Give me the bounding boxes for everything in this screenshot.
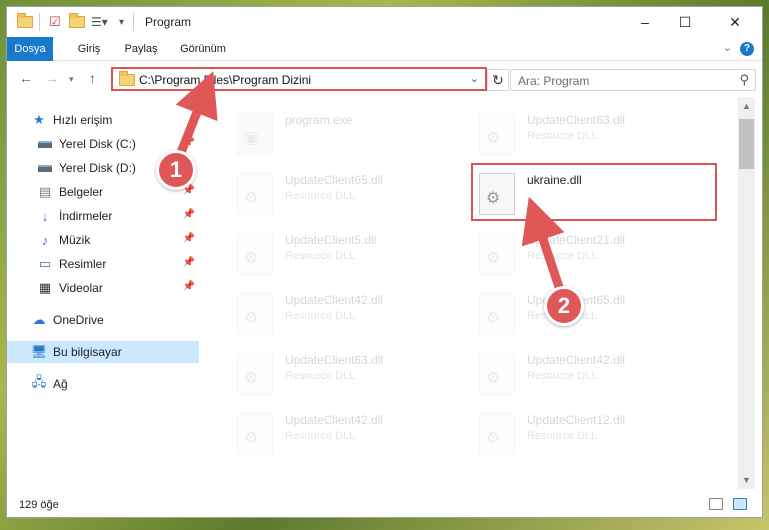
sidebar-item-quick-access[interactable]: ★ Hızlı erişim (7, 109, 199, 131)
file-tile[interactable]: ⚙ UpdateClient42.dll Resource DLL (215, 403, 445, 459)
divider (133, 13, 134, 31)
star-icon: ★ (33, 112, 45, 127)
sidebar-item-this-pc[interactable]: 🖥 Bu bilgisayar (7, 341, 199, 363)
sidebar-item-network[interactable]: 🖧 Ağ (7, 373, 199, 395)
videos-icon: ▦ (38, 280, 52, 295)
scroll-up-icon[interactable]: ▲ (742, 101, 751, 111)
tab-file[interactable]: Dosya (7, 37, 53, 61)
details-view-icon[interactable] (709, 498, 723, 510)
new-folder-icon[interactable] (69, 13, 85, 31)
file-tile[interactable]: ⚙ UpdateClient21.dll Resource DLL (457, 223, 687, 279)
drive-icon (37, 160, 53, 176)
large-icons-view-icon[interactable] (733, 498, 747, 510)
file-tile[interactable]: ▣ program.exe (215, 103, 445, 159)
step-badge-1: 1 (156, 150, 196, 190)
computer-icon: 🖥 (30, 344, 48, 359)
network-icon: 🖧 (31, 374, 47, 389)
close-button[interactable]: ✕ (712, 7, 758, 37)
pin-icon[interactable]: 📌 (183, 137, 195, 148)
file-list: ▣ program.exe ⚙ UpdateClient63.dll Resou… (207, 99, 737, 489)
maximize-button[interactable]: ☐ (662, 7, 708, 37)
file-tile[interactable]: ⚙ UpdateClient12.dll Resource DLL (457, 403, 687, 459)
divider (39, 13, 40, 31)
ribbon-tabs: Dosya Giriş Paylaş Görünüm ⌄ ? (7, 37, 762, 61)
documents-icon: ▤ (38, 184, 52, 199)
window-title: Program (145, 15, 192, 29)
search-placeholder: Ara: Program (518, 74, 590, 88)
dll-file-icon: ⚙ (479, 113, 515, 155)
tab-home[interactable]: Giriş (71, 37, 107, 61)
navigation-bar: ← → ▾ ↑ C:\Program Files\Program Dizini … (7, 61, 762, 95)
back-icon[interactable]: ← (19, 70, 33, 86)
tab-share[interactable]: Paylaş (119, 37, 163, 61)
address-folder-icon (119, 71, 135, 89)
dll-file-icon: ⚙ (237, 173, 273, 215)
help-icon[interactable]: ? (740, 42, 754, 56)
title-bar: ☑ ☰▾ ▾ Program – ☐ ✕ (7, 7, 762, 37)
customize-toolbar-icon[interactable]: ☰▾ (91, 13, 108, 31)
pin-icon[interactable]: 📌 (183, 233, 195, 244)
pin-icon[interactable]: 📌 (183, 257, 195, 268)
music-icon: ♪ (41, 232, 49, 248)
file-tile[interactable]: ⚙ UpdateClient63.dll Resource DLL (457, 103, 687, 159)
sidebar-item-pictures[interactable]: ▭ Resimler 📌 (7, 253, 199, 275)
status-bar: 129 öğe (7, 491, 762, 517)
file-tile[interactable]: ⚙ UpdateClient42.dll Resource DLL (215, 283, 445, 339)
scrollbar-thumb[interactable] (739, 119, 754, 169)
sidebar-item-downloads[interactable]: ↓ İndirmeler 📌 (7, 205, 199, 227)
pictures-icon: ▭ (38, 256, 52, 271)
address-dropdown-icon[interactable]: ⌄ (470, 72, 479, 85)
dll-file-icon: ⚙ (237, 353, 273, 395)
dll-file-icon: ⚙ (479, 413, 515, 455)
item-count: 129 öğe (19, 499, 59, 511)
downloads-icon: ↓ (41, 208, 49, 224)
quick-access-folder-icon[interactable] (17, 13, 33, 31)
properties-icon[interactable]: ☑ (49, 13, 61, 31)
file-tile[interactable]: ⚙ UpdateClient65.dll Resource DLL (215, 163, 445, 219)
file-tile[interactable]: ⚙ UpdateClient5.dll Resource DLL (215, 223, 445, 279)
up-icon[interactable]: ↑ (89, 70, 96, 86)
dll-file-icon: ⚙ (237, 293, 273, 335)
recent-locations-icon[interactable]: ▾ (69, 74, 74, 85)
tab-view[interactable]: Görünüm (175, 37, 231, 61)
explorer-window: ☑ ☰▾ ▾ Program – ☐ ✕ Dosya Giriş Paylaş … (6, 6, 763, 518)
qat-dropdown-icon[interactable]: ▾ (119, 13, 124, 31)
pin-icon[interactable]: 📌 (183, 209, 195, 220)
dll-file-icon: ⚙ (237, 413, 273, 455)
refresh-button[interactable]: ↻ (487, 69, 509, 91)
forward-icon[interactable]: → (45, 70, 59, 86)
address-bar[interactable]: C:\Program Files\Program Dizini ⌄ (111, 67, 487, 91)
dll-file-icon: ⚙ (479, 353, 515, 395)
sidebar-item-onedrive[interactable]: ☁ OneDrive (7, 309, 199, 331)
dll-file-icon: ⚙ (479, 233, 515, 275)
file-highlight-box (471, 163, 717, 221)
sidebar-item-videos[interactable]: ▦ Videolar 📌 (7, 277, 199, 299)
drive-icon (37, 136, 53, 152)
scroll-down-icon[interactable]: ▼ (742, 475, 751, 485)
cloud-icon: ☁ (32, 312, 46, 327)
dll-file-icon: ⚙ (237, 233, 273, 275)
file-tile[interactable]: ⚙ UpdateClient63.dll Resource DLL (215, 343, 445, 399)
file-tile[interactable]: ⚙ UpdateClient42.dll Resource DLL (457, 343, 687, 399)
search-box[interactable]: Ara: Program ⚲ (510, 69, 756, 91)
pin-icon[interactable]: 📌 (183, 281, 195, 292)
search-icon[interactable]: ⚲ (739, 72, 749, 88)
dll-file-icon: ⚙ (479, 293, 515, 335)
exe-file-icon: ▣ (237, 113, 273, 155)
ribbon-expand-icon[interactable]: ⌄ (723, 41, 732, 54)
vertical-scrollbar[interactable]: ▲ ▼ (738, 97, 755, 489)
sidebar-item-music[interactable]: ♪ Müzik 📌 (7, 229, 199, 251)
address-path[interactable]: C:\Program Files\Program Dizini (139, 73, 311, 87)
step-badge-2: 2 (544, 286, 584, 326)
